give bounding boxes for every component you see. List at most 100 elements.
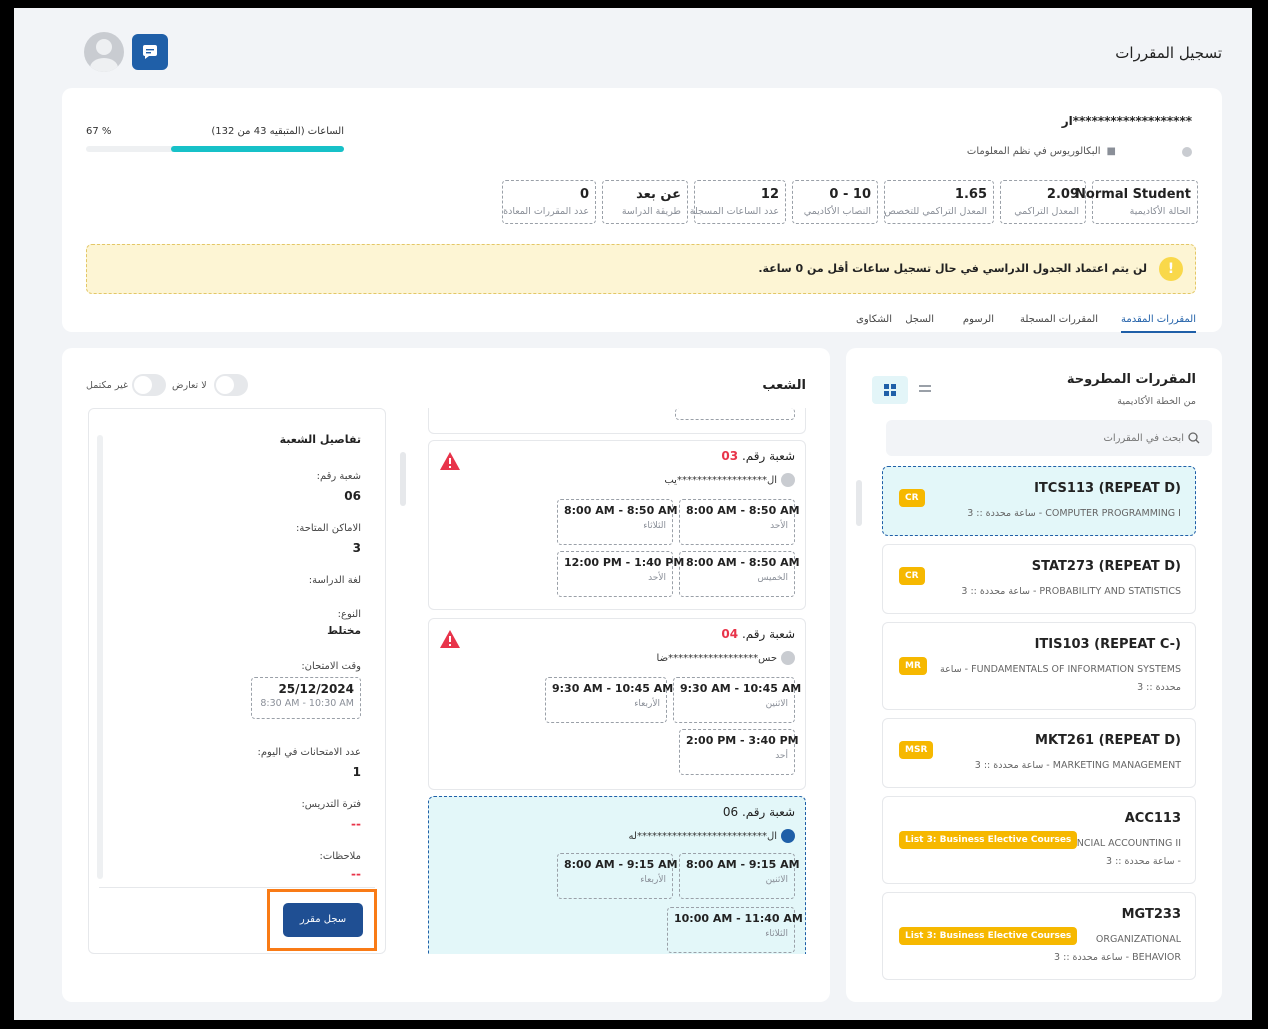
course-name: PROBABILITY AND STATISTICS - ساعة محددة … bbox=[961, 586, 1181, 597]
stat-value: Normal Student bbox=[1075, 187, 1191, 202]
exams-per-day-value: 1 bbox=[352, 765, 361, 779]
instructor-name: حس******************ضا bbox=[656, 652, 777, 664]
course-code: MGT233 bbox=[1121, 907, 1181, 922]
course-card-acc113[interactable]: ACC113 FINANCIAL ACCOUNTING II - ساعة مح… bbox=[882, 796, 1196, 884]
language-label: لغة الدراسة: bbox=[308, 575, 361, 586]
stat-label: النصاب الأكاديمي bbox=[803, 206, 871, 217]
section-card-partial[interactable] bbox=[428, 408, 806, 434]
stat-value: 12 bbox=[760, 187, 779, 202]
search-icon bbox=[1188, 432, 1200, 444]
tab-fees[interactable]: الرسوم bbox=[963, 314, 994, 325]
stat-label: عدد الساعات المسجلة bbox=[689, 206, 779, 217]
stat-value: 1.65 bbox=[954, 187, 987, 202]
stat-label: طريقة الدراسة bbox=[621, 206, 681, 217]
tab-record[interactable]: السجل bbox=[905, 314, 934, 325]
section-prefix: شعبة رقم. bbox=[741, 449, 795, 463]
offered-courses-panel: المقررات المطروحة من الخطة الأكاديمية IT… bbox=[846, 348, 1222, 1002]
register-course-button[interactable]: سجل مقرر bbox=[283, 903, 363, 937]
graduation-icon: ■ bbox=[1106, 146, 1116, 157]
section-card-03[interactable]: شعبة رقم. 03 ال******************يب 8:00… bbox=[428, 440, 806, 610]
section-title: شعبة رقم. 03 bbox=[721, 449, 795, 463]
section-title: شعبة رقم. 06 bbox=[723, 805, 795, 819]
tab-registered-courses[interactable]: المقررات المسجلة bbox=[1020, 314, 1098, 325]
course-name: COMPUTER PROGRAMMING I - ساعة محددة :: 3 bbox=[967, 508, 1181, 519]
stat-repeated-courses: 0 عدد المقررات المعادة bbox=[502, 180, 596, 224]
type-value: مختلط bbox=[327, 625, 361, 637]
slot-day: الاثنين bbox=[765, 699, 788, 709]
section-card-06[interactable]: شعبة رقم. 06 ال*************************… bbox=[428, 796, 806, 954]
course-card-mgt233[interactable]: MGT233 ORGANIZATIONAL BEHAVIOR - ساعة مح… bbox=[882, 892, 1196, 980]
courses-title: المقررات المطروحة bbox=[1066, 372, 1196, 387]
slot-day: الخميس bbox=[757, 573, 788, 583]
course-card-itis103[interactable]: ITIS103 (REPEAT C-) FUNDAMENTALS OF INFO… bbox=[882, 622, 1196, 710]
course-card-stat273[interactable]: STAT273 (REPEAT D) PROBABILITY AND STATI… bbox=[882, 544, 1196, 614]
course-name: MARKETING MANAGEMENT - ساعة محددة :: 3 bbox=[974, 760, 1181, 771]
details-divider bbox=[99, 887, 375, 888]
instructor-avatar-icon bbox=[781, 829, 795, 843]
student-avatar-icon bbox=[1182, 146, 1192, 157]
teaching-period-label: فترة التدريس: bbox=[301, 799, 361, 810]
course-badge: CR bbox=[899, 567, 925, 585]
sections-scrollbar[interactable] bbox=[400, 452, 406, 506]
type-label: النوع: bbox=[337, 609, 361, 620]
section-number: 03 bbox=[721, 449, 739, 463]
exams-per-day-label: عدد الامتحانات في اليوم: bbox=[257, 747, 362, 758]
section-prefix: شعبة رقم. bbox=[741, 627, 795, 641]
courses-subtitle: من الخطة الأكاديمية bbox=[1117, 396, 1196, 407]
stat-gpa: 2.09 المعدل التراكمي bbox=[1000, 180, 1086, 224]
course-search[interactable] bbox=[886, 420, 1212, 456]
not-full-toggle[interactable] bbox=[132, 374, 166, 396]
notes-value: -- bbox=[351, 867, 361, 881]
course-code: ITCS113 (REPEAT D) bbox=[1034, 481, 1181, 496]
stat-value: 0 bbox=[579, 187, 589, 202]
slot-time: 8:00 AM - 8:50 AM bbox=[686, 556, 800, 569]
course-code: ACC113 bbox=[1124, 811, 1181, 826]
section-card-04[interactable]: شعبة رقم. 04 حس******************ضا 9:30… bbox=[428, 618, 806, 790]
section-number-value: 06 bbox=[344, 489, 361, 503]
course-name: FUNDAMENTALS OF INFORMATION SYSTEMS - سا… bbox=[940, 664, 1181, 693]
conflict-alert-icon bbox=[440, 452, 460, 470]
student-program: ■ البكالوريوس في نظم المعلومات bbox=[967, 146, 1192, 157]
section-number: 04 bbox=[721, 627, 739, 641]
course-card-mkt261[interactable]: MKT261 (REPEAT D) MARKETING MANAGEMENT -… bbox=[882, 718, 1196, 788]
user-avatar[interactable] bbox=[84, 32, 124, 72]
time-slot: 8:00 AM - 8:50 AM الخميس bbox=[679, 551, 800, 597]
exam-time: 8:30 AM - 10:30 AM bbox=[260, 698, 354, 709]
stat-label: المعدل التراكمي bbox=[1014, 206, 1079, 217]
hours-label: الساعات (المتبقيه 43 من 132) bbox=[211, 126, 344, 137]
slot-day: الأحد bbox=[770, 521, 788, 531]
warning-icon: ! bbox=[1159, 257, 1183, 281]
stat-study-mode: عن بعد طريقة الدراسة bbox=[602, 180, 688, 224]
stat-label: الحالة الأكاديمية bbox=[1129, 206, 1191, 217]
app-frame: تسجيل المقررات *******************ار ■ ا… bbox=[14, 8, 1252, 1020]
search-input[interactable] bbox=[904, 428, 1184, 448]
chat-button[interactable] bbox=[132, 34, 168, 70]
tab-complaints[interactable]: الشكاوى bbox=[856, 314, 892, 325]
course-badge: MR bbox=[899, 657, 927, 675]
progress-track bbox=[86, 146, 344, 152]
time-slot: 8:00 AM - 9:15 AM الأربعاء bbox=[557, 853, 678, 899]
grid-view-button[interactable] bbox=[872, 376, 908, 404]
stat-academic-load: 10 - 0 النصاب الأكاديمي bbox=[792, 180, 878, 224]
slot-time: 2:00 PM - 3:40 PM bbox=[686, 734, 799, 747]
details-scrollbar[interactable] bbox=[97, 435, 103, 879]
seats-label: الاماكن المتاحة: bbox=[295, 523, 361, 534]
warning-text: لن يتم اعتماد الجدول الدراسي في حال تسجي… bbox=[758, 262, 1147, 275]
courses-scrollbar[interactable] bbox=[856, 480, 862, 526]
list-view-button[interactable] bbox=[918, 382, 932, 396]
list-icon bbox=[919, 385, 931, 392]
slot-day: الأربعاء bbox=[634, 699, 660, 709]
tab-offered-courses[interactable]: المقررات المقدمة bbox=[1120, 314, 1196, 333]
course-card-itcs113[interactable]: ITCS113 (REPEAT D) COMPUTER PROGRAMMING … bbox=[882, 466, 1196, 536]
time-slot-partial bbox=[675, 408, 795, 420]
exam-date: 25/12/2024 bbox=[278, 682, 354, 696]
time-slot: 12:00 PM - 1:40 PM الأحد bbox=[557, 551, 684, 597]
time-slot: 8:00 AM - 8:50 AM الثلاثاء bbox=[557, 499, 678, 545]
time-slot: 8:00 AM - 8:50 AM الأحد bbox=[679, 499, 800, 545]
conflict-alert-icon bbox=[440, 630, 460, 648]
section-instructor: ال******************يب bbox=[664, 473, 795, 487]
sections-title: الشعب bbox=[762, 378, 806, 393]
slot-time: 8:00 AM - 9:15 AM bbox=[564, 858, 678, 871]
no-conflict-toggle[interactable] bbox=[214, 374, 248, 396]
student-name: *******************ار bbox=[1061, 114, 1192, 128]
